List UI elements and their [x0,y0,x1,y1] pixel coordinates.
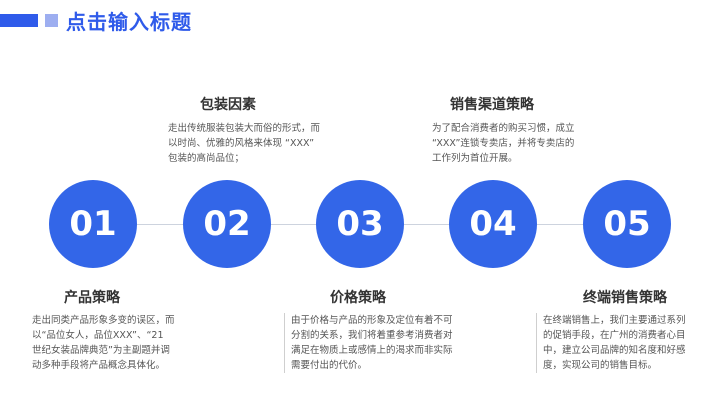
step-04-line: “XXX”连锁专卖店，并将专卖店的 [432,138,575,149]
step-03-line: 需要付出的代价。 [291,360,368,371]
title-accent-square [45,14,58,27]
step-02-number: 02 [203,204,251,244]
step-03-heading: 价格策略 [330,290,386,306]
step-05-description: 在终端销售上，我们主要通过系列 的促销手段，在广州的消费者心目 中，建立公司品牌… [536,313,703,373]
step-05-line: 度，实现公司的销售目标。 [543,360,658,371]
step-02-line: 走出传统服装包装大而俗的形式，而 [168,123,321,134]
step-02-line: 包装的高尚品位； [168,153,245,164]
step-01-line: 以“品位女人，品位XXX”、“21 [32,330,164,341]
step-04-line: 为了配合消费者的购买习惯，成立 [432,123,575,134]
step-03-circle: 03 [316,180,404,268]
step-05-number: 05 [603,204,651,244]
step-02-line: 以时尚、优雅的风格来体现 “XXX” [168,138,315,149]
step-01-line: 走出同类产品形象多变的误区，而 [32,315,175,326]
step-04-heading: 销售渠道策略 [450,97,534,113]
step-02-heading: 包装因素 [200,97,256,113]
step-04-number: 04 [469,204,517,244]
title-accent-bar [0,14,38,27]
step-03-description: 由于价格与产品的形象及定位有着不可 分割的关系，我们将着重参考消费者对 满足在物… [284,313,481,373]
page-title: 点击输入标题 [66,10,192,34]
step-03-number: 03 [336,204,384,244]
step-01-line: 动多种手段将产品概念具体化。 [32,360,166,371]
step-02-circle: 02 [183,180,271,268]
step-01-circle: 01 [49,180,137,268]
step-01-heading: 产品策略 [64,290,120,306]
step-01-number: 01 [69,204,117,244]
step-04-circle: 04 [449,180,537,268]
step-04-line: 工作列为首位开展。 [432,153,518,164]
step-03-line: 分割的关系，我们将着重参考消费者对 [291,330,453,341]
step-02-description: 走出传统服装包装大而俗的形式，而 以时尚、优雅的风格来体现 “XXX” 包装的高… [168,121,348,166]
step-03-line: 满足在物质上或感情上的渴求而非实际 [291,345,453,356]
step-05-circle: 05 [583,180,671,268]
step-05-heading: 终端销售策略 [583,290,667,306]
step-04-description: 为了配合消费者的购买习惯，成立 “XXX”连锁专卖店，并将专卖店的 工作列为首位… [432,121,602,166]
step-01-description: 走出同类产品形象多变的误区，而 以“品位女人，品位XXX”、“21 世纪女装品牌… [32,313,202,373]
step-05-line: 中，建立公司品牌的知名度和好感 [543,345,686,356]
step-03-line: 由于价格与产品的形象及定位有着不可 [291,315,453,326]
step-05-line: 在终端销售上，我们主要通过系列 [543,315,686,326]
step-05-line: 的促销手段，在广州的消费者心目 [543,330,686,341]
step-01-line: 世纪女装品牌典范”为主副题并调 [32,345,170,356]
